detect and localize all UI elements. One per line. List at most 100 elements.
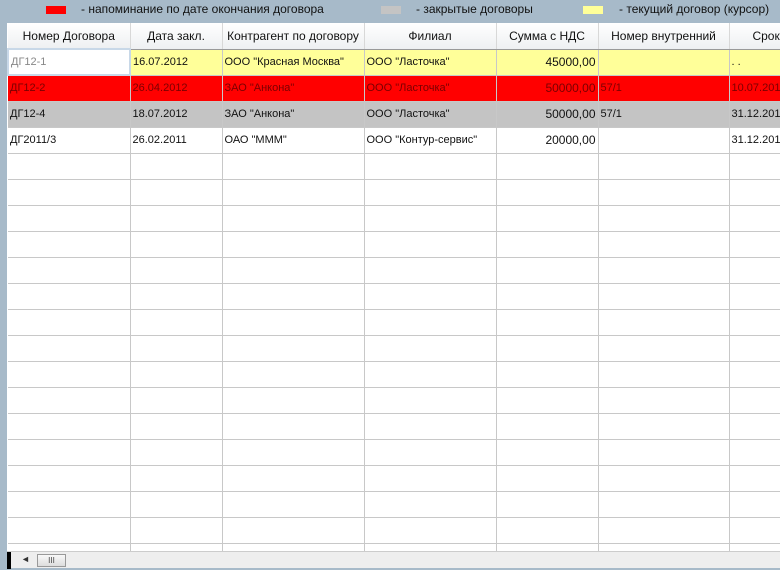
table-row[interactable]: ДГ12-2 26.04.2012 ЗАО "Анкона" ООО "Ласточк… [8,75,780,102]
empty-cell [729,309,780,336]
empty-cell [130,283,223,310]
table-cell[interactable]: ДГ12-1 [7,48,131,76]
table-cell[interactable]: 45000,00 [496,49,599,76]
table-cell[interactable]: 10.07.2012 [729,75,780,102]
empty-cell [598,283,730,310]
empty-cell [222,543,365,551]
table-cell[interactable]: 16.07.2012 [130,49,223,76]
column-header[interactable]: Номер внутренний [598,23,730,50]
table-cell[interactable]: 57/1 [598,101,730,128]
table-cell[interactable]: 50000,00 [496,75,599,102]
empty-cell [8,309,131,336]
empty-cell [130,465,223,492]
table-cell[interactable]: ОАО "МММ" [222,127,365,154]
empty-row [8,335,780,362]
empty-cell [8,231,131,258]
empty-cell [598,439,730,466]
empty-row [8,179,780,206]
table-cell[interactable]: 18.07.2012 [130,101,223,128]
empty-cell [729,465,780,492]
empty-cell [364,387,497,414]
empty-cell [598,413,730,440]
empty-cell [729,361,780,388]
empty-cell [598,179,730,206]
table-cell[interactable]: ДГ2011/3 [8,127,131,154]
table-cell[interactable]: 20000,00 [496,127,599,154]
table-cell[interactable]: 26.04.2012 [130,75,223,102]
empty-cell [598,205,730,232]
table-cell[interactable]: ДГ12-4 [8,101,131,128]
empty-row [8,257,780,284]
table-cell[interactable]: ЗАО "Анкона" [222,101,365,128]
empty-row [8,283,780,310]
empty-cell [364,179,497,206]
table-cell[interactable]: ЗАО "Анкона" [222,75,365,102]
horizontal-scrollbar[interactable]: ◄ III [7,551,780,569]
table-cell[interactable]: 26.02.2011 [130,127,223,154]
table-cell[interactable]: 31.12.2014 [729,127,780,154]
empty-cell [598,387,730,414]
column-header[interactable]: Дата закл. [130,23,223,50]
empty-row [8,309,780,336]
empty-row [8,387,780,414]
empty-cell [496,153,599,180]
table-row[interactable]: ДГ12-4 18.07.2012 ЗАО "Анкона" ООО "Ласточк… [8,101,780,128]
table-row[interactable]: ДГ12-1 16.07.2012 ООО "Красная Москва" ООО … [7,48,780,76]
empty-cell [222,335,365,362]
table-cell[interactable] [598,49,730,76]
table-cell[interactable]: ООО "Красная Москва" [222,49,365,76]
column-header[interactable]: Сумма с НДС [496,23,599,50]
contracts-grid[interactable]: Номер Договора Дата закл. Контрагент по до… [7,23,780,551]
empty-cell [729,413,780,440]
empty-cell [130,335,223,362]
scrollbar-thumb[interactable]: III [37,554,66,567]
empty-row [8,517,780,544]
table-cell[interactable]: ООО "Ласточка" [364,49,497,76]
table-cell[interactable]: ООО "Ласточка" [364,75,497,102]
empty-cell [222,205,365,232]
table-cell[interactable]: 31.12.2012 [729,101,780,128]
empty-row [8,231,780,258]
table-cell[interactable] [598,127,730,154]
empty-cell [8,205,131,232]
empty-cell [222,231,365,258]
empty-cell [364,257,497,284]
table-cell[interactable]: . . [729,49,780,76]
empty-cell [222,153,365,180]
empty-cell [729,179,780,206]
empty-cell [8,491,131,518]
table-cell[interactable]: 50000,00 [496,101,599,128]
empty-cell [130,153,223,180]
empty-cell [598,491,730,518]
table-cell[interactable]: 57/1 [598,75,730,102]
empty-cell [130,361,223,388]
empty-cell [364,283,497,310]
column-header[interactable]: Номер Договора [8,23,131,50]
empty-cell [8,439,131,466]
legend-swatch-closed [381,6,401,14]
empty-cell [496,205,599,232]
empty-cell [364,439,497,466]
column-header[interactable]: Контрагент по договору [222,23,365,50]
empty-cell [222,361,365,388]
empty-cell [598,257,730,284]
table-row[interactable]: ДГ2011/3 26.02.2011 ОАО "МММ" ООО "Контур-с… [8,127,780,154]
table-cell[interactable]: ДГ12-2 [8,75,131,102]
empty-cell [8,465,131,492]
empty-cell [8,153,131,180]
table-cell[interactable]: ООО "Контур-сервис" [364,127,497,154]
empty-cell [496,231,599,258]
table-cell[interactable]: ООО "Ласточка" [364,101,497,128]
empty-cell [222,517,365,544]
empty-cell [8,335,131,362]
empty-cell [130,387,223,414]
empty-cell [130,309,223,336]
empty-cell [130,413,223,440]
empty-row [8,491,780,518]
empty-cell [364,491,497,518]
column-header[interactable]: Срок действия [729,23,780,50]
legend-swatch-reminder [46,6,66,14]
scroll-left-arrow-icon[interactable]: ◄ [21,554,30,564]
empty-cell [130,205,223,232]
column-header[interactable]: Филиал [364,23,497,50]
